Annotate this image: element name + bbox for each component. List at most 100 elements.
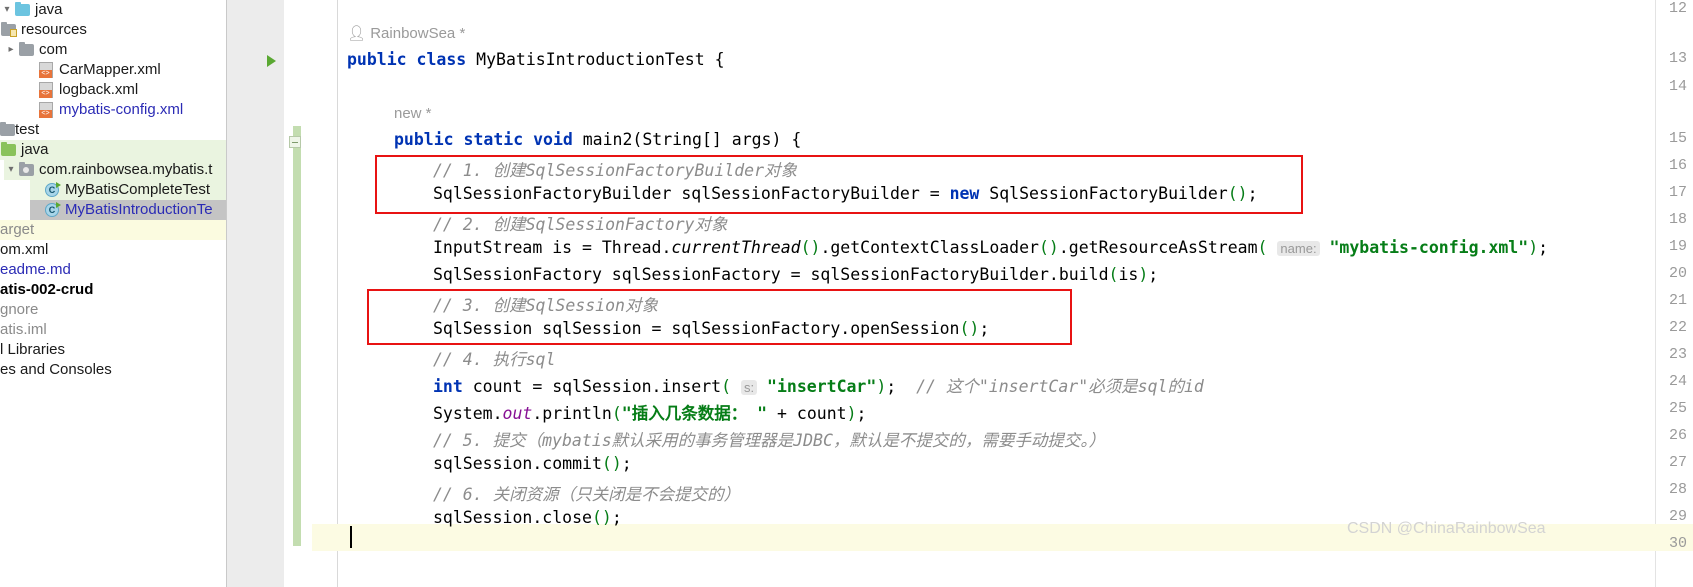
tree-item-label: MyBatisIntroductionTe bbox=[65, 201, 213, 218]
param-hint-name: name: bbox=[1277, 241, 1320, 256]
run-gutter-icon[interactable] bbox=[267, 55, 276, 67]
line-number[interactable]: 27 bbox=[1639, 454, 1687, 471]
tree-item-iml[interactable]: atis.iml bbox=[0, 320, 226, 340]
tree-item-label: es and Consoles bbox=[0, 361, 112, 378]
line-number[interactable]: 29 bbox=[1639, 508, 1687, 525]
tree-item-label: l Libraries bbox=[0, 341, 66, 358]
inlay-hint-author: 👤︎ RainbowSea * bbox=[347, 24, 465, 42]
ide-window: ▾ java ▾ resources ▸ com CarMapper.xml l… bbox=[0, 0, 1693, 587]
line-number[interactable]: 30 bbox=[1639, 535, 1687, 552]
tree-item-package-com-rainbowsea[interactable]: ▾ com.rainbowsea.mybatis.t bbox=[4, 160, 226, 180]
code-line-28[interactable]: // 6. 关闭资源（只关闭是不会提交的） bbox=[433, 481, 740, 505]
code-line-13[interactable]: public class MyBatisIntroductionTest { bbox=[347, 50, 725, 69]
tree-item-com[interactable]: ▸ com bbox=[4, 40, 226, 60]
code-line-19[interactable]: InputStream is = Thread.currentThread().… bbox=[433, 238, 1548, 257]
tree-item-mybatis-introduction-test[interactable]: C MyBatisIntroductionTe bbox=[30, 200, 226, 220]
line-number[interactable]: 24 bbox=[1639, 373, 1687, 390]
code-line-25[interactable]: System.out.println("插入几条数据： " + count); bbox=[433, 400, 866, 424]
tree-item-label: arget bbox=[0, 221, 35, 238]
xml-file-icon bbox=[38, 62, 56, 78]
folder-icon bbox=[14, 2, 32, 18]
tree-item-label: eadme.md bbox=[0, 261, 71, 278]
code-line-26[interactable]: // 5. 提交（mybatis默认采用的事务管理器是JDBC，默认是不提交的，… bbox=[433, 427, 1105, 451]
tree-item-logback-xml[interactable]: logback.xml bbox=[24, 80, 226, 100]
code-fold-icon[interactable] bbox=[289, 136, 301, 148]
annotation-box-2 bbox=[367, 289, 1072, 345]
tree-item-mybatis-config-xml[interactable]: mybatis-config.xml bbox=[24, 100, 226, 120]
text-caret bbox=[350, 526, 352, 548]
tree-item-label: com bbox=[39, 41, 68, 58]
tree-item-readme-md[interactable]: eadme.md bbox=[0, 260, 226, 280]
tree-item-label: java bbox=[35, 1, 63, 18]
code-line-18[interactable]: // 2. 创建SqlSessionFactory对象 bbox=[433, 211, 727, 235]
code-line-27[interactable]: sqlSession.commit(); bbox=[433, 454, 632, 473]
java-class-icon: C bbox=[44, 182, 62, 198]
line-number[interactable]: 22 bbox=[1639, 319, 1687, 336]
chevron-down-icon[interactable]: ▾ bbox=[0, 0, 14, 20]
code-line-23[interactable]: // 4. 执行sql bbox=[433, 346, 555, 370]
tree-item-label: gnore bbox=[0, 301, 39, 318]
tree-item-target[interactable]: arget bbox=[0, 220, 226, 240]
line-number[interactable]: 14 bbox=[1639, 78, 1687, 95]
tree-item-gitignore[interactable]: gnore bbox=[0, 300, 226, 320]
annotation-box-1 bbox=[375, 155, 1303, 214]
inlay-hint-new: new * bbox=[394, 105, 432, 122]
tree-item-java-test[interactable]: ▾ java bbox=[0, 140, 226, 160]
xml-file-icon bbox=[38, 82, 56, 98]
folder-icon bbox=[0, 142, 18, 158]
tree-item-pom-xml[interactable]: om.xml bbox=[0, 240, 226, 260]
tree-item-label: java bbox=[21, 141, 49, 158]
line-number[interactable]: 26 bbox=[1639, 427, 1687, 444]
tree-item-label: MyBatisCompleteTest bbox=[65, 181, 211, 198]
param-hint-s: s: bbox=[740, 380, 758, 395]
tree-item-label: atis-002-crud bbox=[0, 281, 94, 298]
vcs-change-marker bbox=[293, 126, 301, 546]
person-icon: 👤︎ bbox=[347, 25, 367, 42]
line-number[interactable]: 15 bbox=[1639, 130, 1687, 147]
java-class-icon: C bbox=[44, 202, 62, 218]
xml-file-icon bbox=[38, 102, 56, 118]
tree-item-resources[interactable]: ▾ resources bbox=[0, 20, 226, 40]
line-number[interactable]: 28 bbox=[1639, 481, 1687, 498]
folder-icon bbox=[0, 122, 15, 138]
tree-item-label: mybatis-config.xml bbox=[59, 101, 184, 118]
tree-item-label: om.xml bbox=[0, 241, 49, 258]
line-number[interactable]: 19 bbox=[1639, 238, 1687, 255]
fold-gutter[interactable] bbox=[284, 0, 312, 587]
folder-icon bbox=[18, 42, 36, 58]
tree-item-external-libraries[interactable]: l Libraries bbox=[0, 340, 226, 360]
line-number[interactable]: 25 bbox=[1639, 400, 1687, 417]
tree-item-mybatis-complete-test[interactable]: C MyBatisCompleteTest bbox=[30, 180, 226, 200]
project-tree-sidebar[interactable]: ▾ java ▾ resources ▸ com CarMapper.xml l… bbox=[0, 0, 227, 587]
line-number[interactable]: 18 bbox=[1639, 211, 1687, 228]
tree-item-label: test bbox=[15, 121, 40, 138]
line-number[interactable]: 17 bbox=[1639, 184, 1687, 201]
tree-item-carmapper-xml[interactable]: CarMapper.xml bbox=[24, 60, 226, 80]
tree-item-test[interactable]: test bbox=[0, 120, 226, 140]
code-line-24[interactable]: int count = sqlSession.insert( s: "inser… bbox=[433, 373, 1204, 397]
line-number[interactable]: 20 bbox=[1639, 265, 1687, 282]
inlay-hint-author-label: RainbowSea * bbox=[370, 25, 466, 42]
code-line-15[interactable]: public static void main2(String[] args) … bbox=[394, 130, 801, 149]
tree-item-label: atis.iml bbox=[0, 321, 47, 338]
tree-item-mybatis-002-crud[interactable]: atis-002-crud bbox=[0, 280, 226, 300]
tree-item-label: com.rainbowsea.mybatis.t bbox=[39, 161, 213, 178]
line-number[interactable]: 23 bbox=[1639, 346, 1687, 363]
code-line-29[interactable]: sqlSession.close(); bbox=[433, 508, 622, 527]
code-editor[interactable]: 12 13 14 15 16 17 18 19 20 21 22 23 24 2… bbox=[227, 0, 1693, 587]
chevron-right-icon[interactable]: ▸ bbox=[4, 40, 18, 60]
code-line-20[interactable]: SqlSessionFactory sqlSessionFactory = sq… bbox=[433, 265, 1158, 284]
tree-item-label: CarMapper.xml bbox=[59, 61, 161, 78]
tree-item-label: resources bbox=[21, 21, 87, 38]
tree-item-scratches-and-consoles[interactable]: es and Consoles bbox=[0, 360, 226, 380]
tree-item-label: logback.xml bbox=[59, 81, 139, 98]
tree-item-java-main[interactable]: ▾ java bbox=[0, 0, 226, 20]
line-number-gutter[interactable] bbox=[227, 0, 284, 587]
line-number[interactable]: 12 bbox=[1639, 0, 1687, 17]
package-icon bbox=[18, 162, 36, 178]
line-number[interactable]: 16 bbox=[1639, 157, 1687, 174]
line-number[interactable]: 13 bbox=[1639, 50, 1687, 67]
line-number[interactable]: 21 bbox=[1639, 292, 1687, 309]
chevron-down-icon[interactable]: ▾ bbox=[4, 160, 18, 180]
watermark: CSDN @ChinaRainbowSea bbox=[1347, 520, 1546, 537]
